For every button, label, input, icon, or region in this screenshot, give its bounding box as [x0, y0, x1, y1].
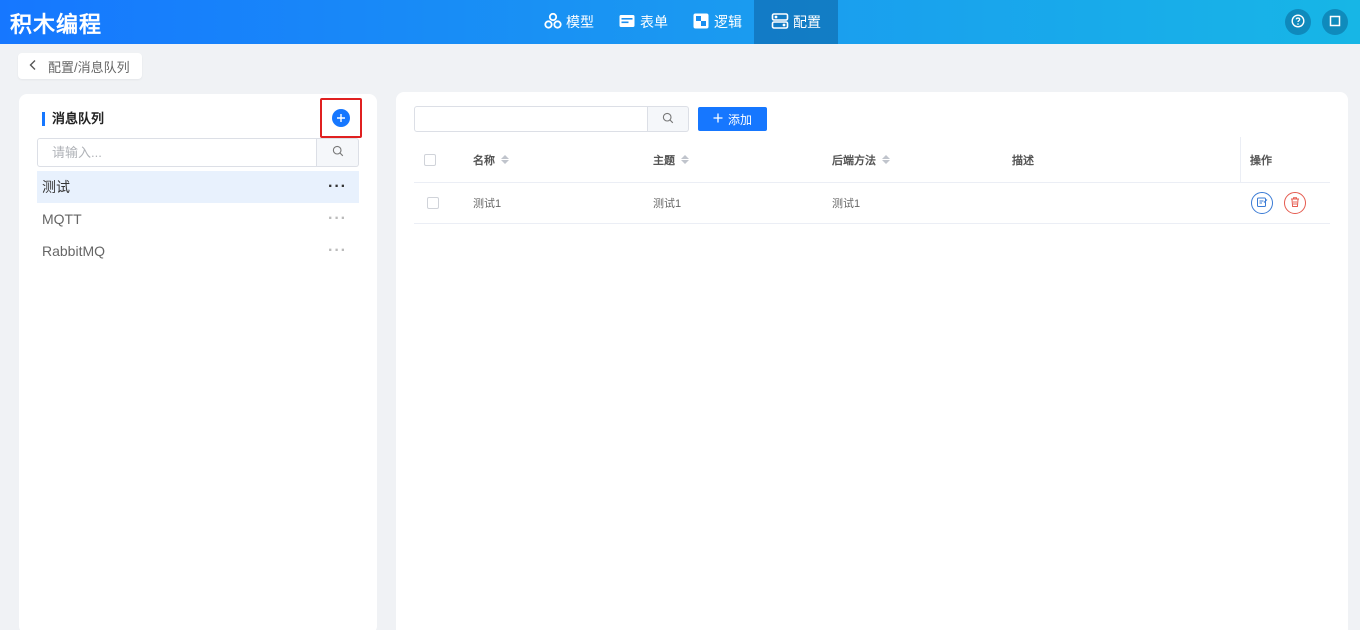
plus-icon — [713, 112, 723, 126]
column-header-backend[interactable]: 后端方法 — [832, 137, 890, 182]
add-queue-highlight — [320, 98, 362, 138]
chevron-left-icon — [28, 59, 38, 74]
sidebar-title: 消息队列 — [42, 112, 104, 126]
help-icon — [1291, 13, 1305, 31]
queue-item[interactable]: 测试 ··· — [37, 171, 359, 203]
sidebar-search-input[interactable] — [37, 138, 317, 167]
main-search — [414, 106, 689, 132]
cell-ops — [1251, 183, 1306, 223]
queue-item[interactable]: RabbitMQ ··· — [37, 235, 359, 267]
sort-icon[interactable] — [882, 155, 890, 164]
more-icon[interactable]: ··· — [328, 211, 347, 227]
cell-backend: 测试1 — [832, 198, 861, 210]
nav-item-config[interactable]: 配置 — [754, 0, 838, 44]
breadcrumb-text: 配置/消息队列 — [48, 59, 130, 75]
fullscreen-icon — [1329, 15, 1341, 30]
add-queue-button[interactable] — [332, 109, 350, 127]
edit-icon — [1256, 196, 1268, 211]
trash-icon — [1289, 196, 1301, 211]
column-label: 名称 — [473, 154, 495, 167]
fullscreen-button[interactable] — [1322, 9, 1348, 35]
search-icon — [332, 145, 344, 160]
column-label: 后端方法 — [832, 154, 876, 167]
sidebar-search-button[interactable] — [317, 138, 359, 167]
main-nav: 模型 表单 逻辑 配置 — [532, 0, 838, 44]
column-header-name[interactable]: 名称 — [473, 137, 509, 182]
queue-table: 名称 主题 后端方法 描述 操作 测试1 测试1 测试1 — [414, 137, 1330, 224]
column-label: 操作 — [1250, 154, 1272, 167]
column-label: 主题 — [653, 154, 675, 167]
plus-icon — [336, 111, 346, 126]
nav-item-logic[interactable]: 逻辑 — [680, 0, 754, 44]
sort-icon[interactable] — [681, 155, 689, 164]
header-actions — [1285, 9, 1348, 35]
logic-icon — [692, 12, 714, 33]
column-header-topic[interactable]: 主题 — [653, 137, 689, 182]
row-select-cell — [427, 183, 439, 223]
nav-label: 表单 — [640, 14, 668, 30]
search-icon — [662, 112, 674, 127]
back-button[interactable] — [28, 59, 38, 74]
more-icon[interactable]: ··· — [328, 243, 347, 259]
table-header: 名称 主题 后端方法 描述 操作 — [414, 137, 1330, 183]
row-checkbox[interactable] — [427, 197, 439, 209]
help-button[interactable] — [1285, 9, 1311, 35]
nav-label: 逻辑 — [714, 14, 742, 30]
cell-name: 测试1 — [473, 198, 502, 210]
top-bar: 积木编程 模型 表单 逻辑 配置 — [0, 0, 1360, 44]
app-title: 积木编程 — [10, 12, 103, 37]
column-label: 描述 — [1012, 154, 1034, 167]
sort-icon[interactable] — [501, 155, 509, 164]
model-icon — [544, 12, 566, 33]
edit-button[interactable] — [1251, 192, 1273, 214]
queue-item[interactable]: MQTT ··· — [37, 203, 359, 235]
queue-item-label: RabbitMQ — [42, 243, 106, 259]
nav-item-form[interactable]: 表单 — [606, 0, 680, 44]
select-all-cell — [424, 137, 436, 182]
add-button-label: 添加 — [727, 112, 752, 127]
column-header-ops: 操作 — [1250, 137, 1272, 182]
cell-topic: 测试1 — [653, 198, 682, 210]
nav-label: 配置 — [793, 14, 821, 30]
queue-item-label: MQTT — [42, 211, 82, 227]
nav-item-model[interactable]: 模型 — [532, 0, 606, 44]
config-icon — [771, 12, 793, 33]
nav-label: 模型 — [566, 14, 594, 30]
main-search-input[interactable] — [414, 106, 648, 132]
queue-item-label: 测试 — [42, 179, 70, 195]
select-all-checkbox[interactable] — [424, 153, 436, 166]
sidebar-search — [37, 138, 359, 167]
queue-sidebar: 消息队列 测试 ··· MQTT ··· RabbitMQ ··· — [19, 94, 377, 630]
delete-button[interactable] — [1284, 192, 1306, 214]
main-search-button[interactable] — [648, 106, 689, 132]
add-button[interactable]: 添加 — [698, 107, 767, 131]
breadcrumb: 配置/消息队列 — [18, 53, 142, 79]
more-icon[interactable]: ··· — [328, 179, 347, 195]
column-header-desc: 描述 — [1012, 137, 1034, 182]
main-panel: 添加 名称 主题 后端方法 描述 操作 测试1 测试1 测试1 — [396, 92, 1348, 630]
queue-list: 测试 ··· MQTT ··· RabbitMQ ··· — [37, 171, 359, 267]
column-divider — [1240, 137, 1241, 183]
table-row[interactable]: 测试1 测试1 测试1 — [414, 183, 1330, 224]
form-icon — [618, 12, 640, 33]
